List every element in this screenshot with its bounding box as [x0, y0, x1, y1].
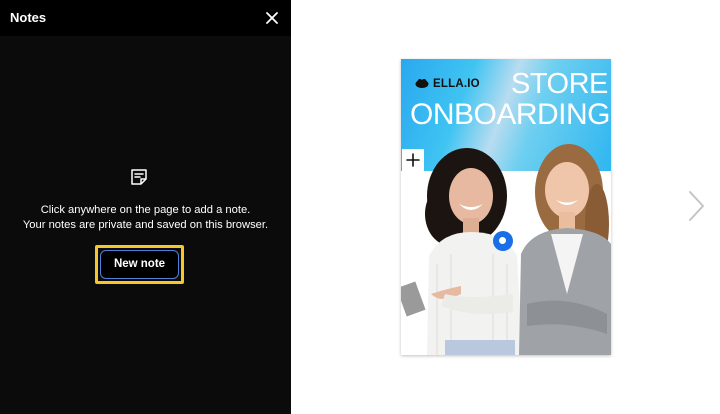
headline-line2: ONBOARDING [410, 98, 611, 131]
close-icon[interactable] [263, 9, 281, 27]
plus-icon[interactable] [402, 149, 424, 171]
headline-line1: STORE [511, 68, 608, 100]
notes-title: Notes [10, 10, 47, 25]
new-note-focus-ring: New note [95, 245, 184, 284]
chevron-right-icon[interactable] [684, 188, 708, 224]
notes-panel: Notes Click anywhere on the page to add … [0, 0, 291, 414]
note-marker-icon[interactable] [493, 231, 513, 251]
brand-mark-icon [415, 75, 429, 93]
brand-logo: ELLA.IO [415, 75, 480, 93]
empty-state-line1: Click anywhere on the page to add a note… [40, 204, 251, 216]
brand-name: ELLA.IO [433, 78, 480, 90]
empty-state-line2: Your notes are private and saved on this… [22, 219, 269, 231]
notes-header: Notes [0, 0, 291, 36]
new-note-button[interactable]: New note [100, 250, 179, 279]
document-page-preview[interactable]: ELLA.IO STORE ONBOARDING [401, 59, 611, 355]
note-icon [129, 167, 149, 187]
